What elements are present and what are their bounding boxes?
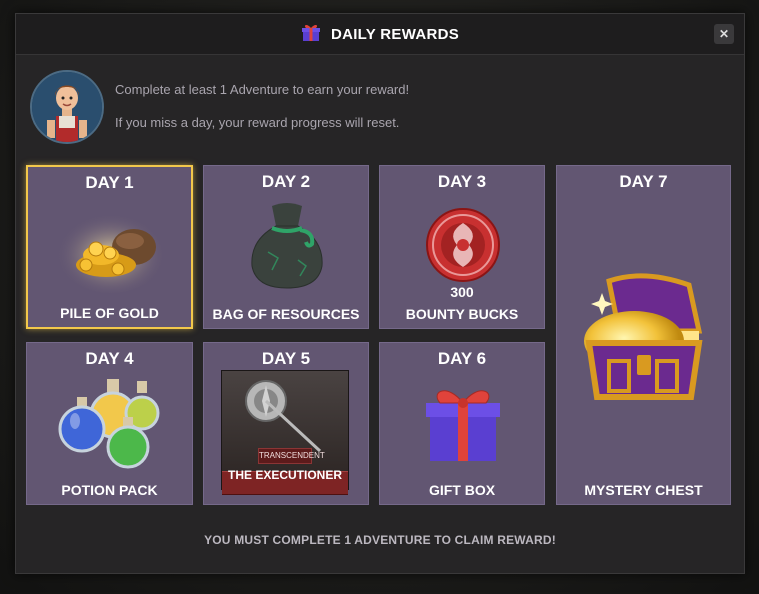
close-button[interactable]: ✕ bbox=[714, 24, 734, 44]
hero-portrait: TRANSCENDENT THE EXECUTIONER bbox=[221, 370, 349, 495]
reward-name: GIFT BOX bbox=[428, 482, 496, 498]
info-line-2: If you miss a day, your reward progress … bbox=[115, 115, 400, 130]
close-icon: ✕ bbox=[718, 27, 730, 41]
reward-card-day-1[interactable]: DAY 1 PILE OF GOLD bbox=[26, 165, 193, 329]
day-label: DAY 7 bbox=[619, 172, 668, 191]
reward-card-day-7[interactable]: DAY 7 MYSTERY CHEST bbox=[556, 165, 731, 505]
character-portrait-icon bbox=[32, 72, 102, 142]
gold-pile-icon bbox=[56, 209, 166, 293]
gift-box-icon bbox=[426, 390, 500, 461]
day-label: DAY 3 bbox=[437, 172, 487, 191]
player-avatar bbox=[30, 70, 104, 144]
day-label: DAY 1 bbox=[85, 173, 134, 192]
reward-name: POTION PACK bbox=[61, 482, 158, 498]
day-label: DAY 6 bbox=[437, 349, 487, 368]
day-label: DAY 4 bbox=[85, 349, 134, 368]
resource-bag-icon bbox=[251, 203, 323, 289]
info-line-1: Complete at least 1 Adventure to earn yo… bbox=[115, 82, 410, 97]
hero-rarity-tag: TRANSCENDENT bbox=[258, 448, 325, 464]
day-label: DAY 2 bbox=[261, 172, 311, 191]
daily-rewards-dialog: DAILY REWARDS ✕ Complete at least 1 Adve… bbox=[15, 13, 745, 574]
reward-quantity: 300 bbox=[450, 284, 474, 300]
dialog-titlebar: DAILY REWARDS ✕ bbox=[16, 14, 744, 55]
reward-name: PILE OF GOLD bbox=[60, 305, 159, 321]
gift-icon bbox=[301, 22, 321, 47]
day-label: DAY 5 bbox=[261, 349, 311, 368]
reward-name: BAG OF RESOURCES bbox=[212, 306, 360, 322]
bounty-bucks-icon bbox=[426, 208, 500, 282]
reward-card-day-5[interactable]: DAY 5 TRANSCENDENT THE EXECUTIONER bbox=[203, 342, 369, 505]
reward-card-day-6[interactable]: DAY 6 GIFT BOX bbox=[379, 342, 545, 505]
reward-card-day-2[interactable]: DAY 2 BAG OF RESOURCES bbox=[203, 165, 369, 329]
reward-card-day-4[interactable]: DAY 4 POTION PACK bbox=[26, 342, 193, 505]
treasure-chest-icon bbox=[584, 273, 703, 400]
reward-name: BOUNTY BUCKS bbox=[405, 306, 519, 322]
reward-card-day-3[interactable]: DAY 3 300 BOUNTY BUCKS bbox=[379, 165, 545, 329]
potion-pack-icon bbox=[58, 379, 160, 469]
claim-requirement-message: YOU MUST COMPLETE 1 ADVENTURE TO CLAIM R… bbox=[204, 533, 556, 547]
reward-name: MYSTERY CHEST bbox=[584, 482, 703, 498]
hero-name: THE EXECUTIONER bbox=[227, 468, 342, 482]
dialog-title: DAILY REWARDS bbox=[330, 25, 460, 43]
